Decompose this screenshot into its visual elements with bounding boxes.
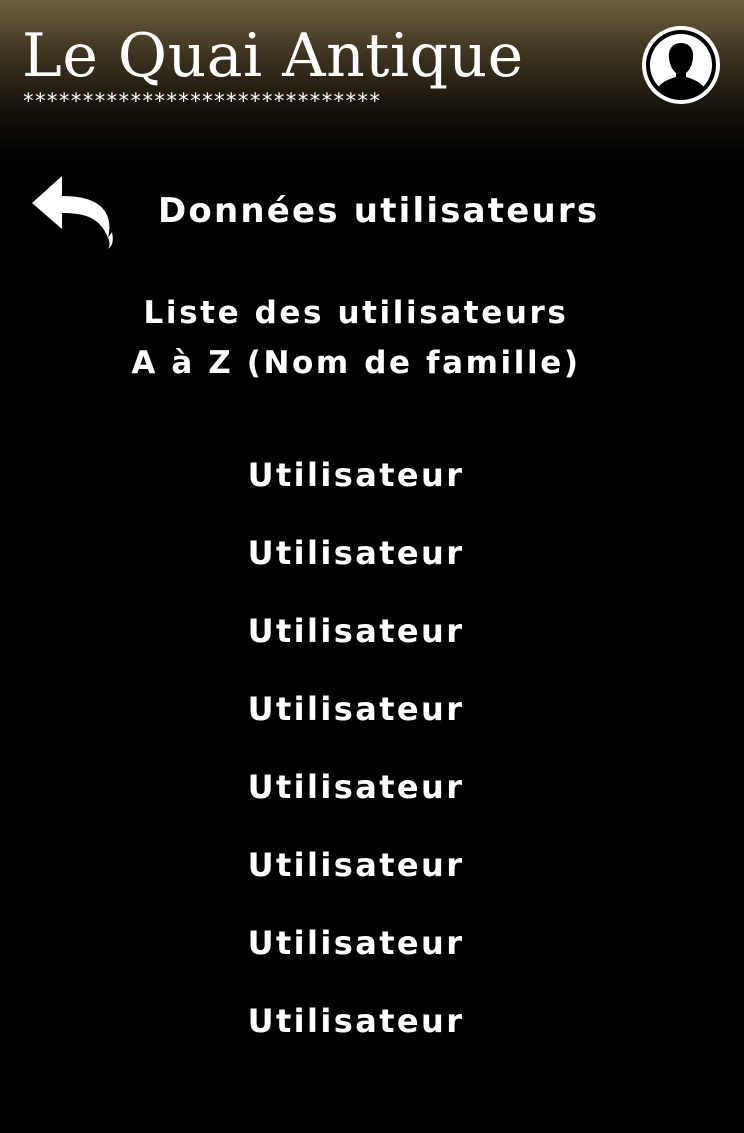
back-button[interactable] [30, 172, 116, 250]
user-list-item[interactable]: Utilisateur [0, 838, 712, 916]
user-list-item[interactable]: Utilisateur [0, 604, 712, 682]
list-heading-sort-order: A à Z (Nom de famille) [131, 345, 581, 381]
profile-button[interactable] [642, 26, 720, 104]
brand-stars-decoration: ****************************** [22, 89, 381, 113]
user-list-item[interactable]: Utilisateur [0, 526, 712, 604]
user-list-item[interactable]: Utilisateur [0, 994, 712, 1072]
brand-title[interactable]: Le Quai Antique [22, 18, 524, 94]
user-list-item[interactable]: Utilisateur [0, 448, 712, 526]
user-list-item[interactable]: Utilisateur [0, 682, 712, 760]
app-header: Le Quai Antique ************************… [0, 0, 744, 160]
user-list-item[interactable]: Utilisateur [0, 916, 712, 994]
list-heading-line1: Liste des utilisateurs [143, 295, 569, 331]
reply-arrow-icon [32, 176, 113, 249]
user-avatar-icon [646, 30, 716, 100]
section-title: Données utilisateurs [158, 191, 600, 231]
user-list-item[interactable]: Utilisateur [0, 760, 712, 838]
user-list: Utilisateur Utilisateur Utilisateur Util… [0, 448, 712, 1072]
